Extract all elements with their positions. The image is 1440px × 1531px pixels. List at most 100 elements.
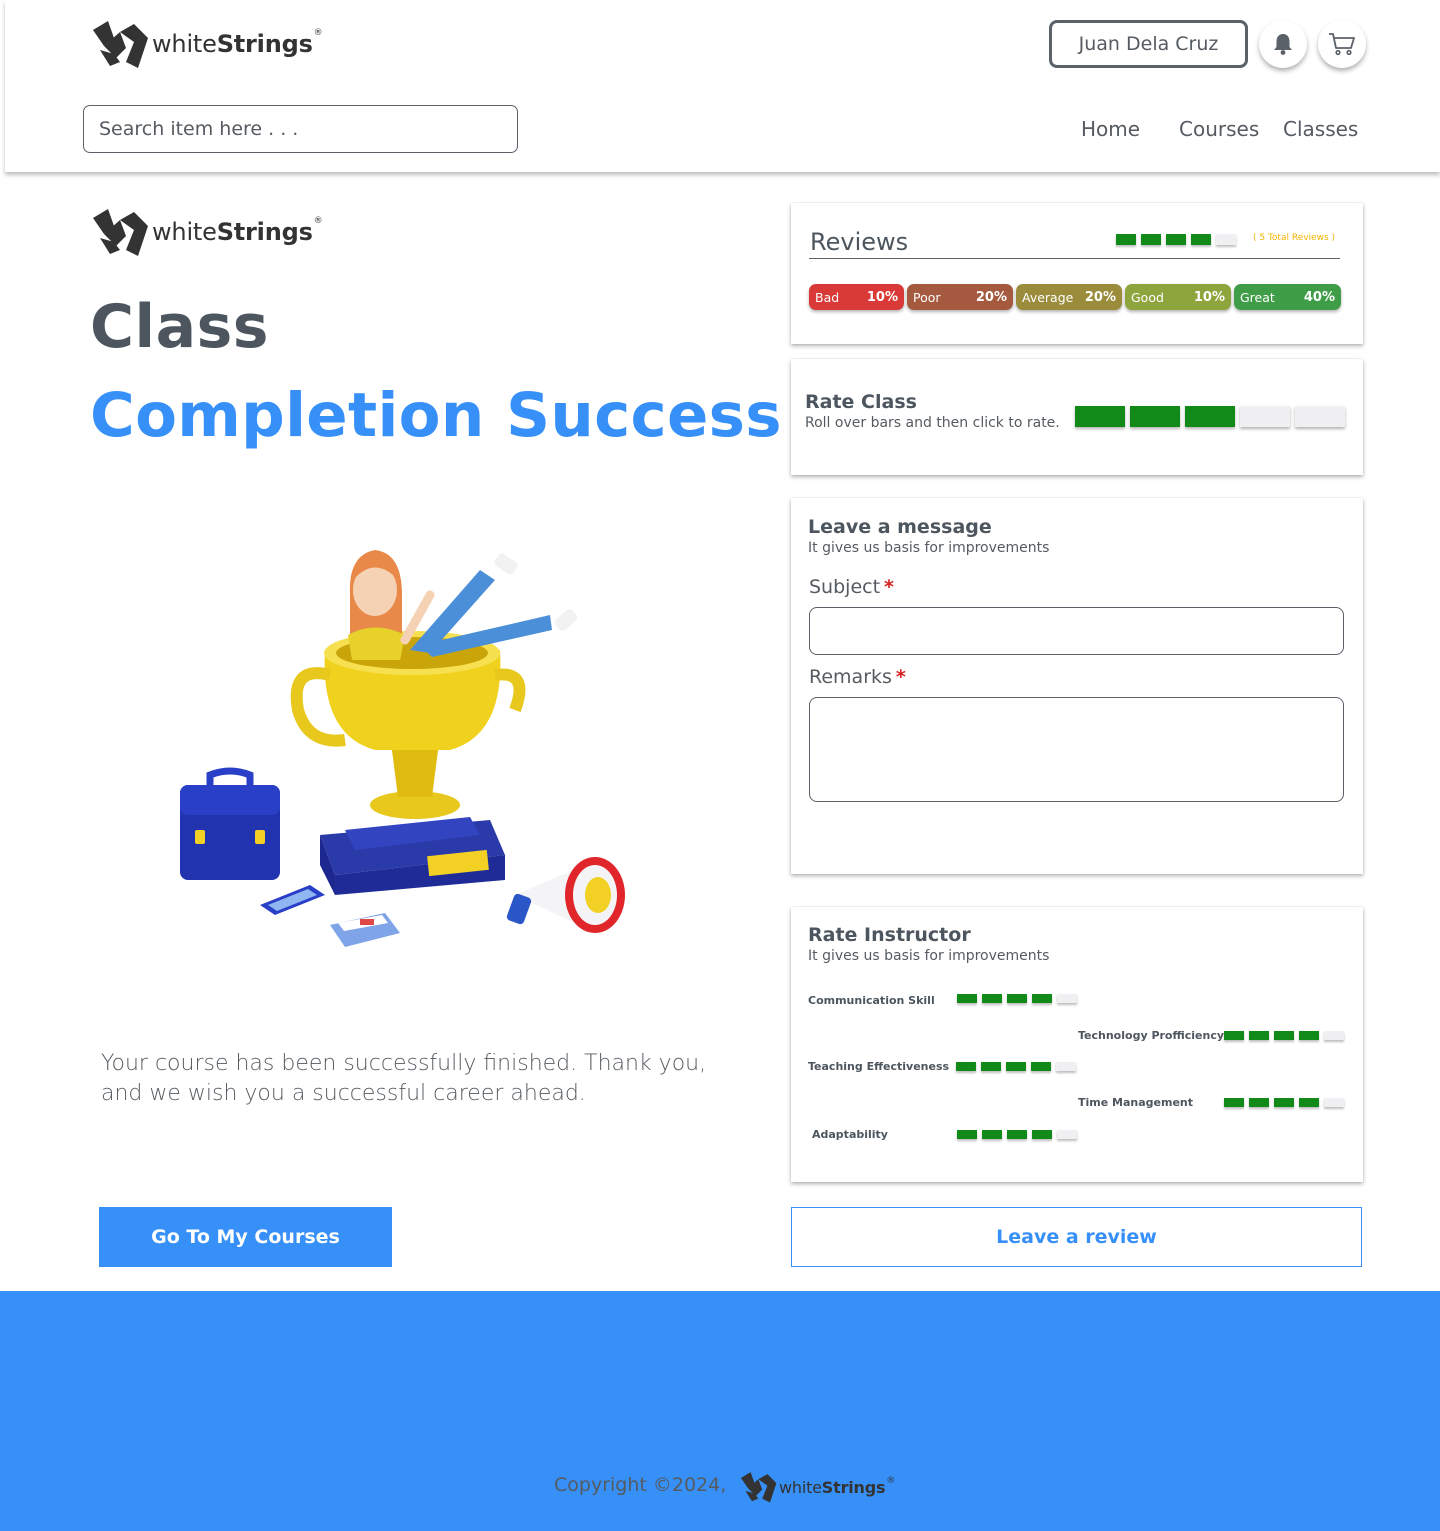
rate-class-subtitle: Roll over bars and then click to rate.: [805, 415, 1060, 431]
skill-rating-bar-5[interactable]: [1324, 1098, 1344, 1107]
review-rating-bar-2: [1141, 234, 1161, 245]
skill-rating-bar-5[interactable]: [1057, 994, 1077, 1003]
bell-icon: [1274, 34, 1292, 55]
skill-rating-bar-3[interactable]: [1274, 1031, 1294, 1040]
review-pill-good[interactable]: Good 10%: [1125, 284, 1231, 310]
top-header: whiteStrings® Juan Dela Cruz Home Course…: [5, 0, 1440, 172]
skill-rating-bar-1[interactable]: [957, 1130, 977, 1139]
skill-rating-bar-2[interactable]: [981, 1062, 1001, 1071]
skill-rating-bar-1[interactable]: [1224, 1098, 1244, 1107]
skill-label-teaching: Teaching Effectiveness: [808, 1060, 950, 1073]
skill-rating-bar-4[interactable]: [1031, 1062, 1051, 1071]
required-marker: *: [884, 576, 894, 598]
skill-label-communication: Communication Skill: [808, 994, 935, 1007]
go-to-my-courses-button[interactable]: Go To My Courses: [99, 1207, 392, 1267]
rate-class-bar-4[interactable]: [1240, 406, 1290, 427]
reviews-card: [791, 203, 1363, 344]
page-title-line1: Class: [90, 292, 270, 362]
skill-rating-bar-3[interactable]: [1274, 1098, 1294, 1107]
skill-rating-bar-4[interactable]: [1032, 1130, 1052, 1139]
trophy-celebration-illustration: [180, 550, 625, 947]
rate-instructor-title: Rate Instructor: [808, 924, 971, 946]
reviews-average-rating: [1116, 234, 1241, 245]
rate-class-bar-5[interactable]: [1295, 406, 1345, 427]
leave-message-subtitle: It gives us basis for improvements: [808, 540, 1050, 556]
rate-class-bar-3[interactable]: [1185, 406, 1235, 427]
nav-classes[interactable]: Classes: [1283, 117, 1358, 141]
skill-rating-teaching[interactable]: [956, 1062, 1081, 1071]
subject-label: Subject *: [809, 576, 894, 598]
whitestrings-logo-icon: [93, 209, 148, 256]
review-pill-label: Great: [1240, 289, 1275, 305]
review-pill-bad[interactable]: Bad 10%: [809, 284, 904, 310]
required-marker: *: [895, 666, 906, 688]
review-pill-label: Poor: [913, 289, 941, 305]
cart-button[interactable]: [1318, 20, 1366, 68]
review-pill-average[interactable]: Average 20%: [1016, 284, 1122, 310]
skill-rating-bar-4[interactable]: [1299, 1031, 1319, 1040]
skill-rating-bar-2[interactable]: [982, 1130, 1002, 1139]
reviews-divider: [809, 258, 1340, 259]
skill-rating-bar-2[interactable]: [1249, 1098, 1269, 1107]
review-rating-bar-5: [1216, 234, 1236, 245]
leave-message-title: Leave a message: [808, 516, 992, 538]
skill-rating-bar-4[interactable]: [1032, 994, 1052, 1003]
review-pill-great[interactable]: Great 40%: [1234, 284, 1341, 310]
review-pill-percent: 40%: [1303, 289, 1335, 305]
review-pill-percent: 10%: [1193, 289, 1225, 305]
cart-icon: [1329, 33, 1355, 56]
copyright-text: Copyright ©2024,: [554, 1474, 727, 1496]
skill-rating-bar-5[interactable]: [1057, 1130, 1077, 1139]
rate-instructor-subtitle: It gives us basis for improvements: [808, 948, 1050, 964]
rate-class-title: Rate Class: [805, 391, 917, 413]
total-reviews-count: ( 5 Total Reviews ): [1253, 233, 1336, 243]
brand-name: whiteStrings®: [152, 216, 323, 246]
leave-a-review-button[interactable]: Leave a review: [791, 1207, 1362, 1267]
skill-rating-bar-1[interactable]: [957, 994, 977, 1003]
footer-brand-logo: whiteStrings®: [739, 1470, 895, 1504]
completion-message: Your course has been successfully finish…: [101, 1051, 707, 1106]
skill-rating-communication[interactable]: [957, 994, 1082, 1003]
skill-rating-bar-2[interactable]: [982, 994, 1002, 1003]
skill-label-time-management: Time Management: [1078, 1096, 1193, 1109]
brand-name: whiteStrings®: [152, 28, 323, 58]
review-rating-bar-1: [1116, 234, 1136, 245]
whitestrings-logo-icon: [93, 21, 148, 68]
skill-rating-bar-3[interactable]: [1007, 1130, 1027, 1139]
user-account-button[interactable]: Juan Dela Cruz: [1049, 20, 1248, 68]
skill-rating-time-management[interactable]: [1224, 1098, 1349, 1107]
review-pill-percent: 20%: [975, 289, 1007, 305]
review-pill-label: Average: [1022, 289, 1074, 305]
brand-logo[interactable]: whiteStrings®: [90, 18, 323, 70]
review-pill-label: Good: [1131, 289, 1164, 305]
skill-rating-technology[interactable]: [1224, 1031, 1349, 1040]
remarks-textarea[interactable]: [809, 697, 1344, 802]
skill-label-technology: Technology Profficiency: [1078, 1029, 1225, 1042]
skill-rating-bar-3[interactable]: [1006, 1062, 1026, 1071]
review-pill-label: Bad: [815, 289, 840, 305]
review-rating-bar-3: [1166, 234, 1186, 245]
subject-input[interactable]: [809, 607, 1344, 655]
skill-rating-bar-1[interactable]: [1224, 1031, 1244, 1040]
whitestrings-logo-icon: [740, 1472, 777, 1503]
skill-rating-bar-1[interactable]: [956, 1062, 976, 1071]
review-pill-poor[interactable]: Poor 20%: [907, 284, 1013, 310]
notifications-button[interactable]: [1259, 20, 1307, 68]
nav-courses[interactable]: Courses: [1179, 117, 1259, 141]
review-pill-percent: 10%: [866, 289, 898, 305]
reviews-title: Reviews: [810, 228, 909, 256]
rate-class-bar-2[interactable]: [1130, 406, 1180, 427]
remarks-label: Remarks *: [809, 666, 906, 688]
skill-rating-adaptability[interactable]: [957, 1130, 1082, 1139]
skill-rating-bar-2[interactable]: [1249, 1031, 1269, 1040]
skill-rating-bar-5[interactable]: [1056, 1062, 1076, 1071]
content-brand-logo: whiteStrings®: [90, 206, 323, 258]
search-input[interactable]: [83, 105, 518, 153]
page-title-line2: Completion Success: [90, 380, 782, 451]
nav-home[interactable]: Home: [1081, 117, 1140, 141]
skill-rating-bar-3[interactable]: [1007, 994, 1027, 1003]
rate-class-bar-1[interactable]: [1075, 406, 1125, 427]
review-pill-percent: 20%: [1084, 289, 1116, 305]
skill-rating-bar-4[interactable]: [1299, 1098, 1319, 1107]
skill-rating-bar-5[interactable]: [1324, 1031, 1344, 1040]
